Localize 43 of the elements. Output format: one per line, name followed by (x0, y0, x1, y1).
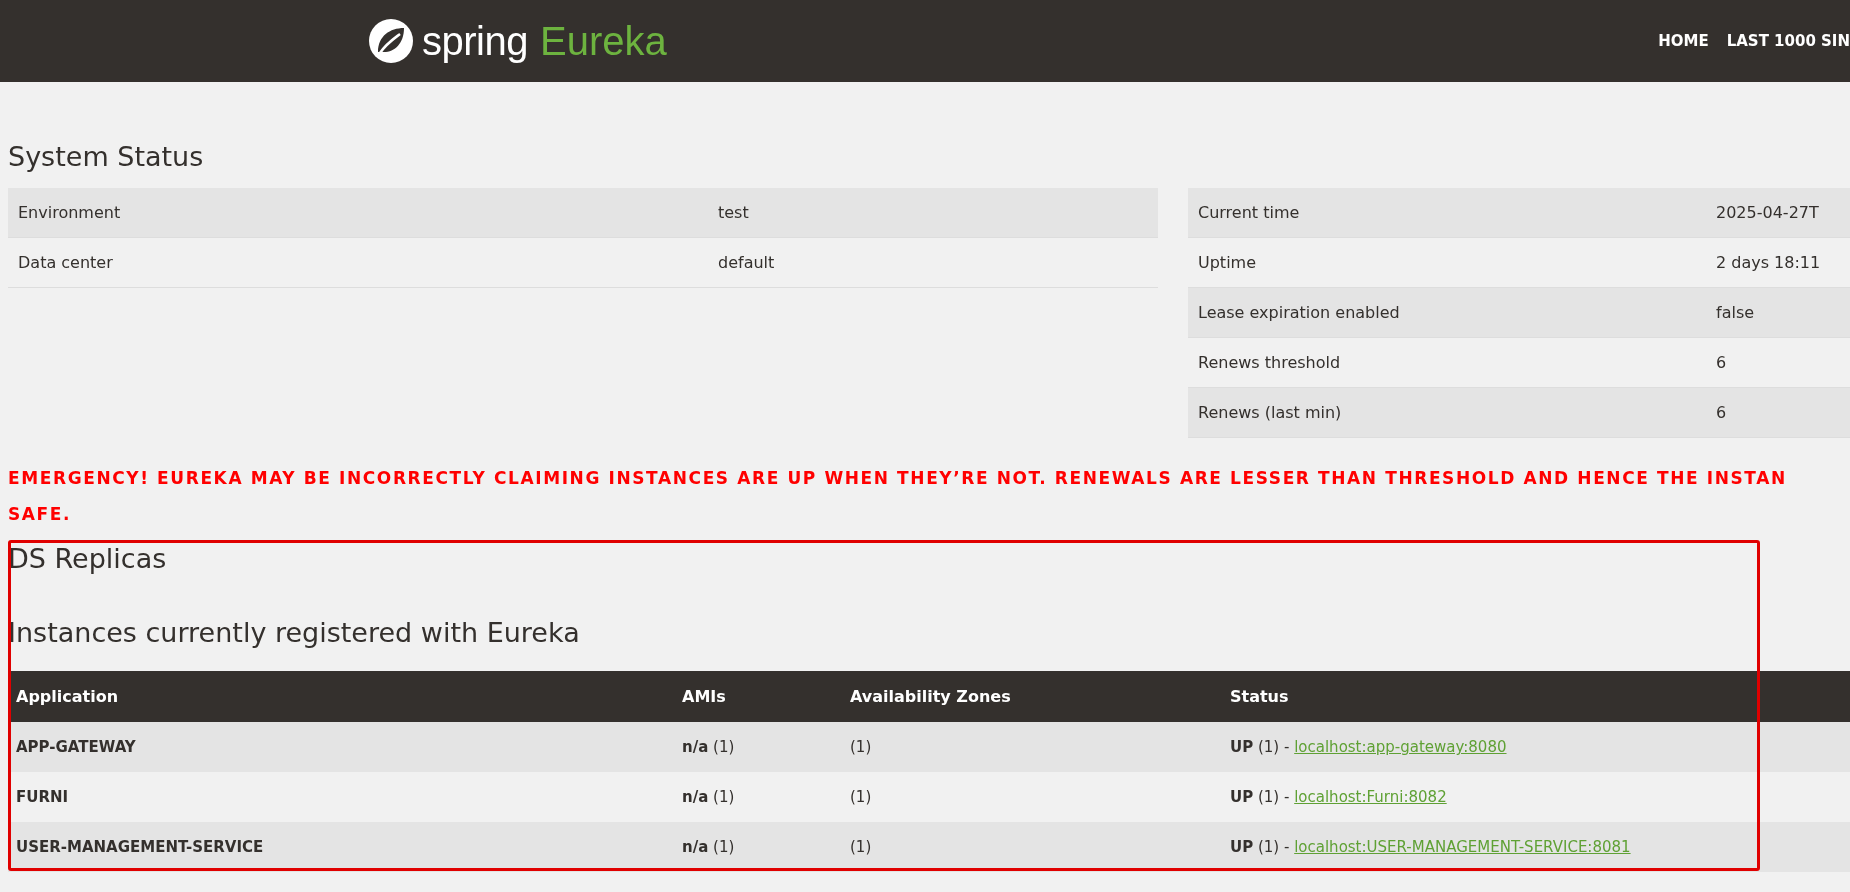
section-heading: Instances currently registered with Eureka (7, 616, 581, 650)
brand-product: Eureka (539, 18, 667, 64)
table-cell: n/a (1) (682, 838, 735, 856)
emergency-warning: SAFE. (8, 503, 73, 526)
emergency-warning: EMERGENCY! EUREKA MAY BE INCORRECTLY CLAIMING INSTANCES ARE UP WHEN THEY’RE NOT. RENEWALS ARE LESSER THAN THRESHOLD AND HENCE THE INSTAN (8, 467, 1788, 490)
table-cell: 6 (1716, 403, 1727, 422)
table-cell: (1) (850, 788, 872, 806)
column-header: AMIs (682, 687, 726, 706)
table-cell: 2 days 18:11 (1716, 253, 1821, 272)
column-header: Application (16, 687, 119, 706)
nav-link[interactable]: HOME (1658, 32, 1709, 50)
column-header: Status (1230, 687, 1289, 706)
table-cell: test (718, 203, 749, 222)
table-cell-text: Renews threshold (1198, 353, 1342, 372)
table-cell: 6 (1716, 353, 1727, 372)
table-cell-text: Current time (1198, 203, 1301, 222)
table-cell: FURNI (16, 788, 69, 806)
instance-link[interactable]: localhost:USER-MANAGEMENT-SERVICE:8081 (1294, 838, 1631, 856)
column-header: Availability Zones (850, 687, 1011, 706)
brand-name: spring (422, 18, 528, 64)
instance-link[interactable]: localhost:app-gateway:8080 (1294, 738, 1507, 756)
status-text: UP (1) - (1230, 738, 1290, 756)
nav-link[interactable]: LAST 1000 SIN (1726, 32, 1850, 50)
table-cell: 2025-04-27T (1716, 203, 1819, 222)
section-heading: System Status (7, 140, 205, 174)
table-cell-text: Data center (18, 253, 114, 272)
table-cell: APP-GATEWAY (16, 738, 136, 756)
table-cell-text: Renews (last min) (1198, 403, 1343, 422)
table-cell: (1) (850, 838, 872, 856)
table-cell: (1) (850, 738, 872, 756)
instance-link[interactable]: localhost:Furni:8082 (1294, 788, 1447, 806)
table-cell: n/a (1) (682, 738, 735, 756)
table-cell: n/a (1) (682, 788, 735, 806)
section-heading: DS Replicas (7, 542, 168, 576)
leaf-logo-icon (368, 18, 414, 64)
table-cell: false (1716, 303, 1755, 322)
status-text: UP (1) - (1230, 838, 1290, 856)
table-cell-text: Environment (18, 203, 122, 222)
table-cell-text: Lease expiration enabled (1198, 303, 1401, 322)
table-cell-text: Uptime (1198, 253, 1257, 272)
table-cell: default (718, 253, 775, 272)
table-cell: USER-MANAGEMENT-SERVICE (16, 838, 264, 856)
status-text: UP (1) - (1230, 788, 1290, 806)
